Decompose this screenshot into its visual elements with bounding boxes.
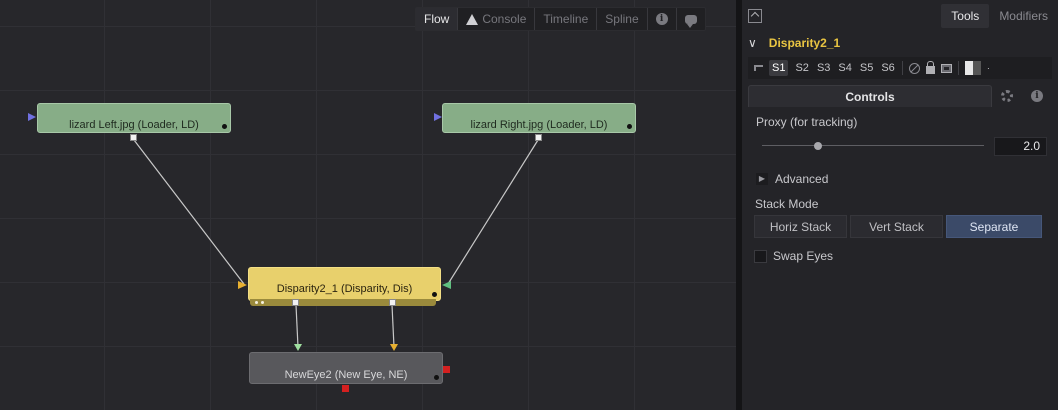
tool-header[interactable]: ∨ Disparity2_1 <box>742 32 1058 54</box>
info-icon: i <box>655 13 668 25</box>
separate-button[interactable]: Separate <box>946 215 1042 238</box>
warning-icon <box>466 13 479 25</box>
view-indicator-right <box>434 113 442 121</box>
output-port-red-bottom[interactable] <box>342 385 349 392</box>
link-left-to-disparity <box>133 139 245 285</box>
tab-modifiers[interactable]: Modifiers <box>989 4 1058 28</box>
version-s5[interactable]: S5 <box>859 62 874 74</box>
inspector-panel: Tools Modifiers ∨ Disparity2_1 S1 S2 S3 … <box>742 0 1058 410</box>
version-s6[interactable]: S6 <box>880 62 895 74</box>
link-disparity-to-neweye-2 <box>391 304 395 348</box>
controls-tab-bar: Controls i <box>748 85 1052 107</box>
tab-flow[interactable]: Flow <box>416 8 459 30</box>
node-label: lizard Right.jpg (Loader, LD) <box>470 119 608 131</box>
stack-mode-label: Stack Mode <box>755 197 819 211</box>
comments-button[interactable] <box>677 8 705 30</box>
comment-icon <box>684 14 697 28</box>
proxy-value-field[interactable]: 2.0 <box>994 137 1047 156</box>
node-status-dot <box>222 124 227 129</box>
gear-icon <box>1001 90 1013 102</box>
node-mode-bar <box>250 299 436 306</box>
node-label: lizard Left.jpg (Loader, LD) <box>69 119 199 131</box>
output-port-right[interactable] <box>389 299 396 306</box>
version-bar: S1 S2 S3 S4 S5 S6 · <box>748 57 1052 79</box>
tab-spline[interactable]: Spline <box>597 8 648 30</box>
pin-icon[interactable] <box>754 65 763 71</box>
version-s2[interactable]: S2 <box>794 62 809 74</box>
view-tab-bar: Flow Console Timeline Spline i <box>415 7 706 31</box>
color-swatch-icon[interactable] <box>964 61 981 75</box>
swatch-dropdown-icon[interactable]: · <box>987 63 990 73</box>
version-s3[interactable]: S3 <box>816 62 831 74</box>
separator <box>957 61 959 75</box>
node-label: NewEye2 (New Eye, NE) <box>284 369 408 381</box>
tab-timeline[interactable]: Timeline <box>535 8 598 30</box>
settings-tab[interactable] <box>992 85 1022 107</box>
node-status-dot <box>432 292 437 297</box>
info-icon: i <box>1031 90 1043 102</box>
separator <box>901 61 903 75</box>
proxy-label: Proxy (for tracking) <box>756 115 858 129</box>
node-flow-view[interactable]: Flow Console Timeline Spline i lizard Le… <box>0 0 736 410</box>
input-arrow-right <box>442 281 451 289</box>
node-label: Disparity2_1 (Disparity, Dis) <box>276 283 413 295</box>
proxy-slider[interactable] <box>762 142 984 150</box>
image-icon[interactable] <box>940 63 952 73</box>
swap-eyes-label[interactable]: Swap Eyes <box>773 249 833 263</box>
tab-controls[interactable]: Controls <box>748 85 992 107</box>
input-arrow-neweye-2 <box>390 344 398 351</box>
maximize-icon[interactable] <box>748 9 762 23</box>
vert-stack-button[interactable]: Vert Stack <box>850 215 943 238</box>
stack-mode-buttons: Horiz Stack Vert Stack Separate <box>754 215 1042 238</box>
tab-tools[interactable]: Tools <box>941 4 990 28</box>
advanced-toggle[interactable]: Advanced <box>775 172 828 186</box>
disable-icon[interactable] <box>908 62 920 74</box>
version-s1[interactable]: S1 <box>769 60 789 76</box>
node-disparity[interactable]: Disparity2_1 (Disparity, Dis) <box>248 267 441 301</box>
swap-eyes-checkbox[interactable] <box>754 250 767 263</box>
node-status-dot <box>627 124 632 129</box>
info-tab[interactable]: i <box>1022 85 1052 107</box>
horiz-stack-button[interactable]: Horiz Stack <box>754 215 847 238</box>
output-port-red[interactable] <box>443 366 450 373</box>
slider-handle[interactable] <box>813 142 822 150</box>
input-arrow-neweye-1 <box>294 344 302 351</box>
inspector-tabs: Tools Modifiers <box>941 4 1058 28</box>
lock-icon[interactable] <box>925 60 935 74</box>
info-button[interactable]: i <box>648 8 677 30</box>
node-lizard-right-loader[interactable]: lizard Right.jpg (Loader, LD) <box>442 103 636 133</box>
output-port[interactable] <box>130 134 137 141</box>
output-port-left[interactable] <box>292 299 299 306</box>
inspector-header: Tools Modifiers <box>742 0 1058 32</box>
node-lizard-left-loader[interactable]: lizard Left.jpg (Loader, LD) <box>37 103 231 133</box>
chevron-down-icon[interactable]: ∨ <box>748 36 757 50</box>
expand-arrow-icon[interactable]: ▶ <box>756 173 768 185</box>
tab-console[interactable]: Console <box>458 8 536 30</box>
connection-lines <box>28 113 539 351</box>
view-indicator-left <box>28 113 36 121</box>
link-disparity-to-neweye-1 <box>295 304 299 348</box>
node-status-dot <box>434 375 439 380</box>
version-s4[interactable]: S4 <box>837 62 852 74</box>
output-port[interactable] <box>535 134 542 141</box>
node-neweye[interactable]: NewEye2 (New Eye, NE) <box>249 352 443 384</box>
tool-title: Disparity2_1 <box>768 36 841 50</box>
link-right-to-disparity <box>447 139 539 285</box>
